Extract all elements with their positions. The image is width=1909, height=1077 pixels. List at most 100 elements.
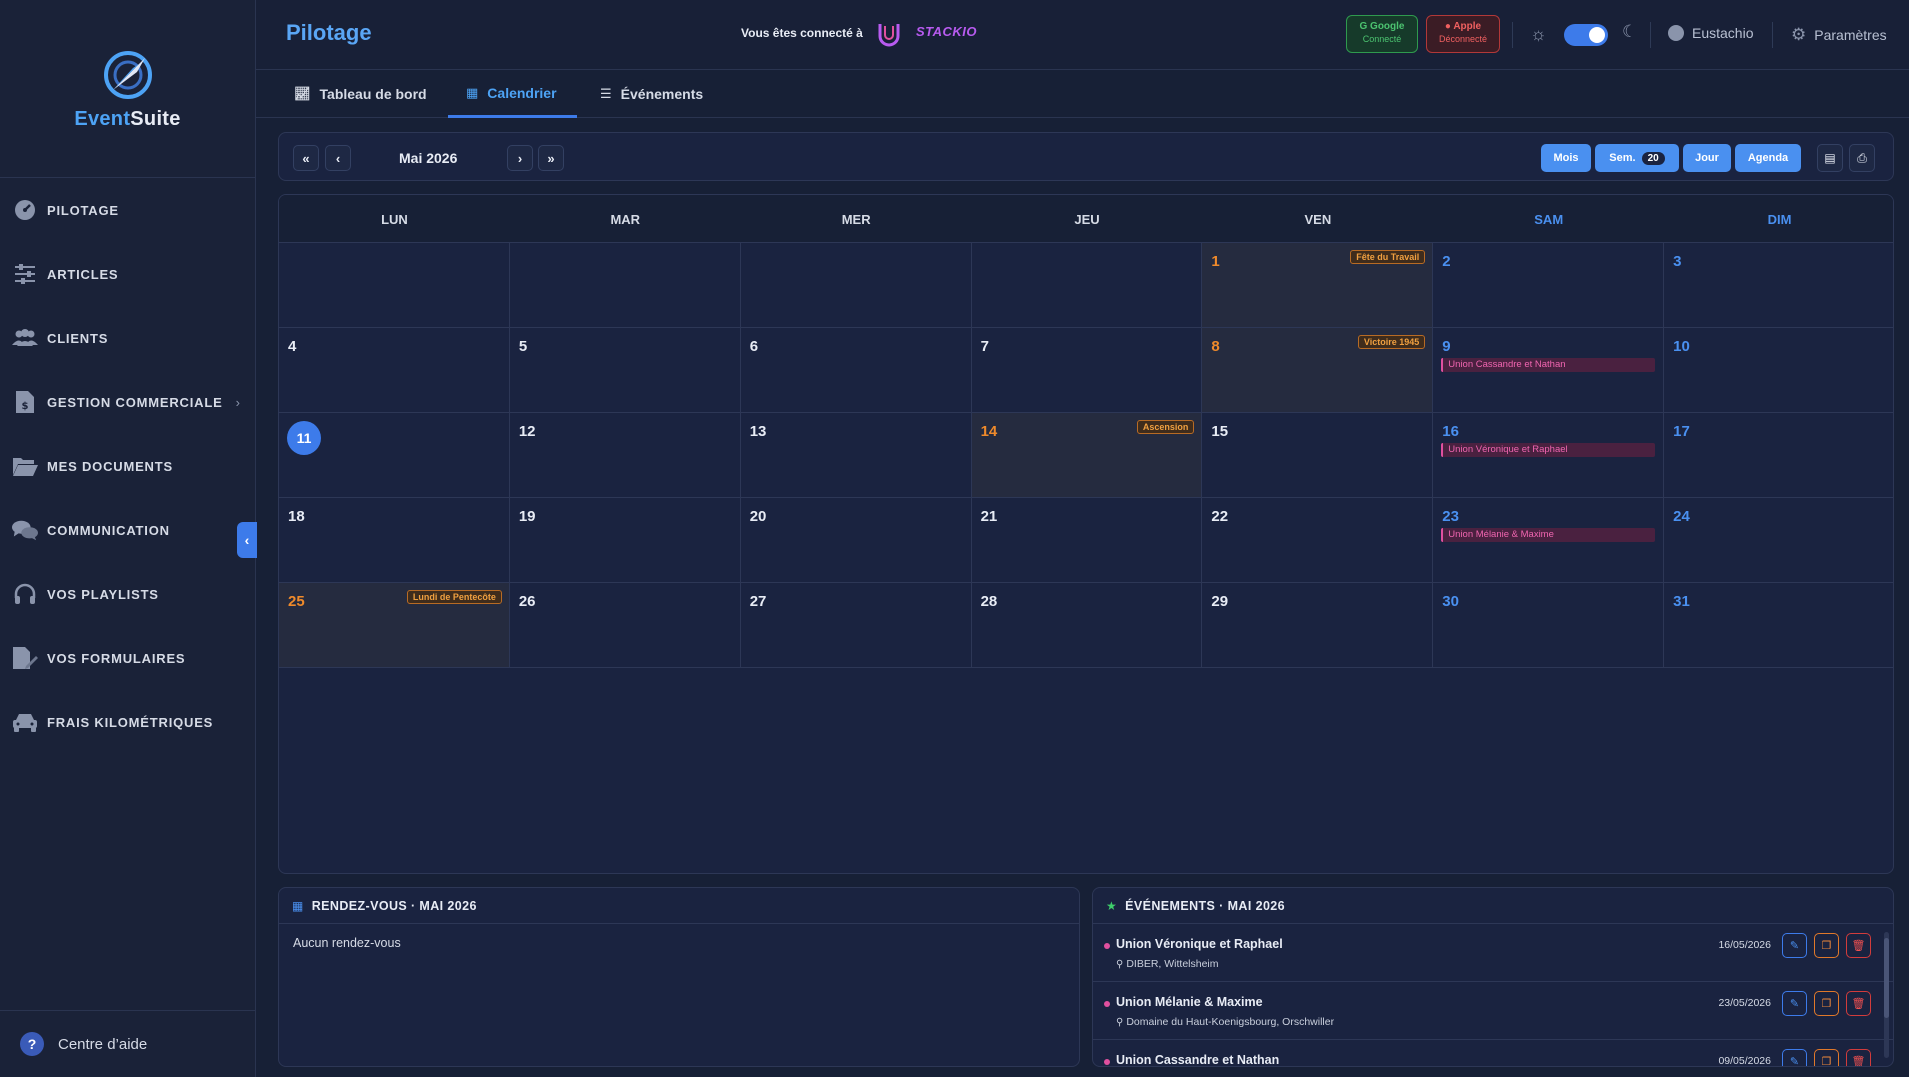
sidebar-item-clients[interactable]: CLIENTS (0, 306, 256, 370)
calendar-day-cell[interactable]: 29 (1202, 583, 1434, 668)
chevron-right-icon: › (235, 394, 240, 410)
calendar-day-cell[interactable]: 19 (509, 498, 741, 583)
dark-mode-toggle[interactable] (1564, 24, 1608, 46)
pencil-icon: ✎ (1789, 998, 1800, 1010)
day-number: 5 (518, 338, 528, 355)
duplicate-button[interactable]: ❐ (1814, 991, 1839, 1016)
event-date: 09/05/2026 (1718, 1055, 1771, 1067)
calendar-day-cell[interactable]: 31 (1664, 583, 1893, 668)
view-month-button[interactable]: Mois (1541, 144, 1591, 172)
calendar-empty-cell[interactable] (279, 243, 510, 328)
folder-open-icon (12, 453, 38, 479)
prev-month-button[interactable]: ‹ (325, 145, 351, 171)
calendar-day-cell[interactable]: 15 (1202, 413, 1434, 498)
calendar-day-cell[interactable]: 4 (279, 328, 510, 413)
calendar-day-cell[interactable]: 21 (971, 498, 1203, 583)
calendar-day-cell[interactable]: 22 (1202, 498, 1434, 583)
calendar-day-cell[interactable]: 1 Fête du Travail (1202, 243, 1434, 328)
calendar-day-cell[interactable]: 30 (1433, 583, 1665, 668)
calendar-event[interactable]: Union Cassandre et Nathan (1441, 358, 1656, 372)
duplicate-button[interactable]: ❐ (1814, 1049, 1839, 1066)
calendar-day-cell[interactable]: 13 (740, 413, 972, 498)
calendar-day-cell[interactable]: 8 Victoire 1945 (1202, 328, 1434, 413)
calendar-day-cell[interactable]: 3 (1664, 243, 1893, 328)
sidebar-item-vos-formulaires[interactable]: VOS FORMULAIRES (0, 626, 256, 690)
calendar-day-cell[interactable]: 12 (509, 413, 741, 498)
edit-button[interactable]: ✎ (1782, 991, 1807, 1016)
event-list-item[interactable]: Union Mélanie & Maxime ⚲ Domaine du Haut-K… (1093, 982, 1893, 1040)
event-status-dot (1104, 1059, 1110, 1065)
calendar-event[interactable]: Union Véronique et Raphael (1441, 443, 1656, 457)
view-week-button[interactable]: Sem. 20 (1595, 144, 1679, 172)
sidebar-item-articles[interactable]: ARTICLES (0, 242, 256, 306)
calendar-day-cell[interactable]: 14 Ascension (971, 413, 1203, 498)
export-button[interactable]: ▤ (1817, 144, 1843, 172)
calendar-day-cell[interactable]: 5 (509, 328, 741, 413)
calendar-empty-cell[interactable] (971, 243, 1203, 328)
delete-button[interactable]: 🗑︎ (1846, 933, 1871, 958)
calendar-day-cell[interactable]: 17 (1664, 413, 1893, 498)
partner-logo-icon (878, 24, 900, 47)
logo-text: EventSuite (74, 108, 181, 130)
calendar-day-cell[interactable]: 25 Lundi de Pentecôte (279, 583, 510, 668)
delete-button[interactable]: 🗑︎ (1846, 991, 1871, 1016)
sidebar-item-communication[interactable]: COMMUNICATION (0, 498, 256, 562)
month-calendar: LUN MAR MER JEU VEN SAM DIM 1 Fête du Travail 2 3… (278, 194, 1894, 874)
user-menu[interactable]: Eustachio (1668, 25, 1753, 41)
scrollbar-thumb[interactable] (1884, 938, 1889, 1018)
tab-tableau-de-bord[interactable]: 📈︎ Tableau de bord (294, 70, 427, 118)
calendar-day-cell[interactable]: 11 (279, 413, 510, 498)
event-list-scrollbar[interactable] (1884, 932, 1889, 1058)
google-connection-badge[interactable]: G Google Connecté (1346, 15, 1418, 53)
trash-icon: 🗑︎ (1851, 940, 1866, 952)
calendar-day-cell[interactable]: 2 (1433, 243, 1665, 328)
sidebar-item-mes-documents[interactable]: MES DOCUMENTS (0, 434, 256, 498)
calendar-day-cell[interactable]: 16 Union Véronique et Raphael (1433, 413, 1665, 498)
users-icon (12, 325, 38, 351)
duplicate-button[interactable]: ❐ (1814, 933, 1839, 958)
calendar-toolbar: « ‹ Mai 2026 › » Mois Sem. 20 Jour Agenda… (278, 132, 1894, 181)
first-month-button[interactable]: « (293, 145, 319, 171)
print-button[interactable]: ⎙ (1849, 144, 1875, 172)
calendar-empty-cell[interactable] (740, 243, 972, 328)
calendar-day-cell[interactable]: 23 Union Mélanie & Maxime (1433, 498, 1665, 583)
calendar-empty-cell[interactable] (509, 243, 741, 328)
sidebar-item-pilotage[interactable]: PILOTAGE (0, 178, 256, 242)
calendar-day-cell[interactable]: 7 (971, 328, 1203, 413)
sidebar-item-frais-kilometriques[interactable]: FRAIS KILOMÉTRIQUES (0, 690, 256, 754)
calendar-day-cell[interactable]: 6 (740, 328, 972, 413)
tab-evenements[interactable]: ☰ Événements (600, 70, 703, 118)
sidebar-item-vos-playlists[interactable]: VOS PLAYLISTS (0, 562, 256, 626)
view-day-button[interactable]: Jour (1683, 144, 1731, 172)
logo[interactable]: EventSuite (0, 0, 255, 178)
edit-button[interactable]: ✎ (1782, 933, 1807, 958)
sidebar-collapse-button[interactable]: ‹ (237, 522, 257, 558)
settings-button[interactable]: ⚙ Paramètres (1791, 25, 1887, 45)
next-month-button[interactable]: › (507, 145, 533, 171)
calendar-day-cell[interactable]: 28 (971, 583, 1203, 668)
calendar-day-cell[interactable]: 24 (1664, 498, 1893, 583)
calendar-day-cell[interactable]: 10 (1664, 328, 1893, 413)
trash-icon: 🗑︎ (1851, 998, 1866, 1010)
day-number: 3 (1673, 253, 1682, 270)
calendar-day-cell[interactable]: 18 (279, 498, 510, 583)
event-location: ⚲ Domaine du Haut-Koenigsbourg, Orschwill… (1116, 1016, 1335, 1028)
event-location: ⚲ DIBER, Wittelsheim (1116, 958, 1219, 970)
sidebar-item-gestion-commerciale[interactable]: $ GESTION COMMERCIALE › (0, 370, 256, 434)
edit-button[interactable]: ✎ (1782, 1049, 1807, 1066)
event-list-item[interactable]: Union Véronique et Raphael ⚲ DIBER, Wittel… (1093, 924, 1893, 982)
calendar-day-cell[interactable]: 27 (740, 583, 972, 668)
calendar-day-cell[interactable]: 9 Union Cassandre et Nathan (1433, 328, 1665, 413)
help-center-link[interactable]: ? Centre d’aide (0, 1010, 256, 1077)
partner-name: STACKIO (916, 24, 978, 39)
delete-button[interactable]: 🗑︎ (1846, 1049, 1871, 1067)
calendar-day-cell[interactable]: 26 (509, 583, 741, 668)
last-month-button[interactable]: » (538, 145, 564, 171)
event-list-item[interactable]: Union Cassandre et Nathan 09/05/2026 ✎ ❐ 🗑︎ (1093, 1040, 1893, 1067)
apple-connection-badge[interactable]: ● Apple Déconnecté (1426, 15, 1500, 53)
calendar-day-cell[interactable]: 20 (740, 498, 972, 583)
view-agenda-button[interactable]: Agenda (1735, 144, 1801, 172)
trash-icon: 🗑︎ (1851, 1056, 1866, 1067)
tab-calendrier[interactable]: ▦ Calendrier (448, 70, 577, 118)
calendar-event[interactable]: Union Mélanie & Maxime (1441, 528, 1656, 542)
